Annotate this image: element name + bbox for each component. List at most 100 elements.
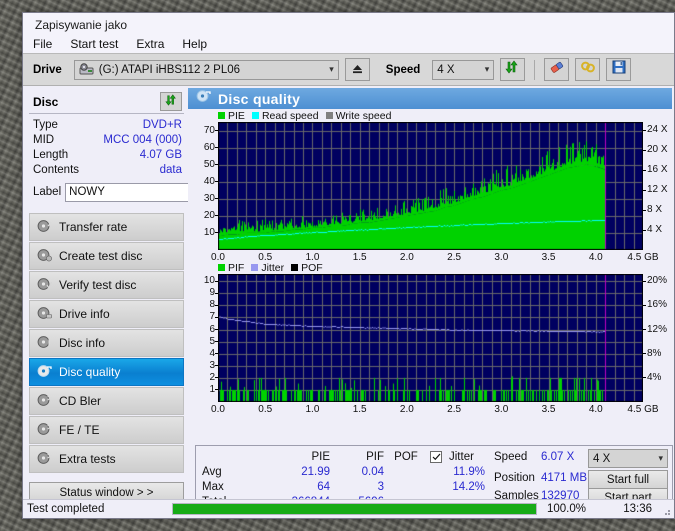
sidebar-item-disc-quality[interactable]: Disc quality	[29, 358, 184, 386]
sidebar-item-verify-test-disc[interactable]: Verify test disc	[29, 271, 184, 299]
y-tick	[215, 164, 218, 166]
disc-drive-icon	[37, 306, 52, 323]
disc-transfer-icon	[37, 219, 53, 236]
stats-value-position: 4171 MB	[541, 472, 588, 484]
legend-swatch-pie	[218, 112, 225, 119]
sidebar-item-label: Drive info	[59, 307, 110, 321]
speed-select[interactable]: 4 X ▾	[432, 59, 495, 80]
disc-key-length: Length	[33, 149, 69, 161]
menubar: File Start test Extra Help	[23, 34, 674, 53]
stats-pie-avg: 21.99	[301, 466, 330, 478]
y-tick-label: 40	[203, 175, 215, 187]
y2-tick	[643, 209, 646, 211]
sidebar-item-disc-info[interactable]: Disc info	[29, 329, 184, 357]
y2-tick-label: 12%	[647, 323, 668, 335]
sidebar-item-label: Disc info	[59, 336, 106, 350]
y-tick-label: 10	[203, 275, 215, 287]
y-tick	[215, 329, 218, 331]
stats-pie-max: 64	[317, 481, 330, 493]
eject-button[interactable]	[344, 58, 370, 81]
y-tick	[215, 181, 218, 183]
stats-speed-select[interactable]: 4 X ▾	[588, 449, 668, 468]
navigation-list: Transfer rate Create test disc Verify te…	[29, 213, 184, 473]
legend-label-pof: POF	[301, 261, 323, 274]
refresh-button[interactable]	[500, 58, 526, 81]
drive-select[interactable]: (G:) ATAPI iHBS112 2 PL06 ▾	[73, 59, 339, 80]
legend-label-pif: PIF	[228, 261, 245, 274]
y-tick	[215, 353, 218, 355]
y2-tick-label: 24 X	[647, 124, 668, 136]
pif-plot-area[interactable]: 1 2 3 4 5 6 7 8 9 10 4% 8% 12% 16% 20% 0.0 0.5 1.0 1.5 2.…	[188, 274, 672, 415]
legend-label-write-speed: Write speed	[335, 109, 392, 122]
y-tick-label: 6	[209, 323, 215, 335]
y2-tick-label: 20 X	[647, 144, 668, 156]
disc-quality-pif-chart: PIF Jitter POF 1 2 3 4 5 6 7 8 9 10 4% 8% 12% 16% 20%	[188, 261, 672, 415]
x-tick-label: 4.5 GB	[627, 404, 659, 415]
start-full-button[interactable]: Start full	[588, 470, 668, 490]
y-tick-label: 3	[209, 359, 215, 371]
status-time: 13:36	[623, 503, 652, 515]
legend-item-read-speed: Read speed	[251, 110, 319, 122]
status-window-label: Status window > >	[59, 487, 154, 499]
stats-row-label-max: Max	[202, 481, 224, 493]
disc-row-length: Length 4.07 GB	[33, 148, 182, 163]
stats-jitter-max: 14.2%	[452, 481, 485, 493]
link-button[interactable]	[575, 58, 601, 81]
disc-row-contents: Contents data	[33, 163, 182, 178]
resize-grip[interactable]	[661, 506, 671, 516]
disc-panel-header: Disc	[29, 90, 184, 114]
y2-tick-label: 8 X	[647, 204, 663, 216]
disc-bler-icon	[37, 393, 53, 410]
y-tick	[215, 215, 218, 217]
sidebar-item-transfer-rate[interactable]: Transfer rate	[29, 213, 184, 241]
legend-swatch-write-speed	[325, 112, 333, 119]
disc-row-mid: MID MCC 004 (000)	[33, 133, 182, 148]
y2-tick	[643, 280, 646, 282]
menu-start-test[interactable]: Start test	[68, 36, 120, 52]
y2-tick-label: 8%	[647, 347, 662, 359]
chevron-down-icon[interactable]: ▾	[485, 64, 490, 75]
y-tick-label: 7	[209, 311, 215, 323]
y-tick-label: 60	[203, 141, 215, 153]
sidebar-item-label: CD Bler	[59, 394, 102, 408]
chevron-down-icon[interactable]: ▾	[329, 64, 334, 75]
y2-tick-label: 12 X	[647, 184, 668, 196]
y2-tick-label: 16 X	[647, 164, 668, 176]
sidebar-item-fe-te[interactable]: FE / TE	[29, 416, 184, 444]
erase-button[interactable]	[544, 58, 570, 81]
stats-row-label-avg: Avg	[202, 466, 222, 478]
chevron-down-icon[interactable]: ▾	[658, 453, 663, 464]
save-button[interactable]	[606, 58, 632, 81]
disc-extra-icon	[37, 451, 53, 468]
stats-header-jitter: Jitter	[449, 451, 474, 463]
legend-label-jitter: Jitter	[261, 261, 285, 274]
y-tick-label: 4	[209, 347, 215, 359]
pie-plot-area[interactable]: 10 20 30 40 50 60 70 4 X8 X 12 X 16 X 20 X 24 X 0.…	[188, 122, 672, 263]
link-icon	[580, 60, 596, 79]
disc-refresh-button[interactable]	[160, 92, 182, 111]
y-tick	[215, 341, 218, 343]
legend-label-pie: PIE	[228, 109, 245, 122]
page-title: Disc quality	[218, 90, 301, 107]
sidebar-item-extra-tests[interactable]: Extra tests	[29, 445, 184, 473]
y-tick	[215, 198, 218, 200]
jitter-checkbox[interactable]	[430, 451, 442, 464]
disc-info-list: Type DVD+R MID MCC 004 (000) Length 4.07…	[29, 114, 249, 206]
menu-file[interactable]: File	[31, 36, 54, 52]
save-icon	[612, 60, 626, 79]
y-tick-label: 5	[209, 335, 215, 347]
y-tick	[215, 232, 218, 234]
menu-extra[interactable]: Extra	[134, 36, 166, 52]
sidebar-item-cd-bler[interactable]: CD Bler	[29, 387, 184, 415]
disc-key-contents: Contents	[33, 164, 80, 176]
sidebar-item-drive-info[interactable]: Drive info	[29, 300, 184, 328]
drive-label: Drive	[33, 63, 62, 76]
disc-quality-header: Disc quality	[188, 88, 672, 109]
menu-help[interactable]: Help	[180, 36, 209, 52]
y-tick-label: 70	[203, 124, 215, 136]
disc-value-contents: data	[159, 164, 182, 176]
legend-swatch-pif	[218, 264, 225, 271]
sidebar-item-create-test-disc[interactable]: Create test disc	[29, 242, 184, 270]
disc-quality-pie-chart: PIE Read speed Write speed 10 20 30 40 50 60 7…	[188, 109, 672, 263]
drive-icon	[79, 63, 94, 76]
